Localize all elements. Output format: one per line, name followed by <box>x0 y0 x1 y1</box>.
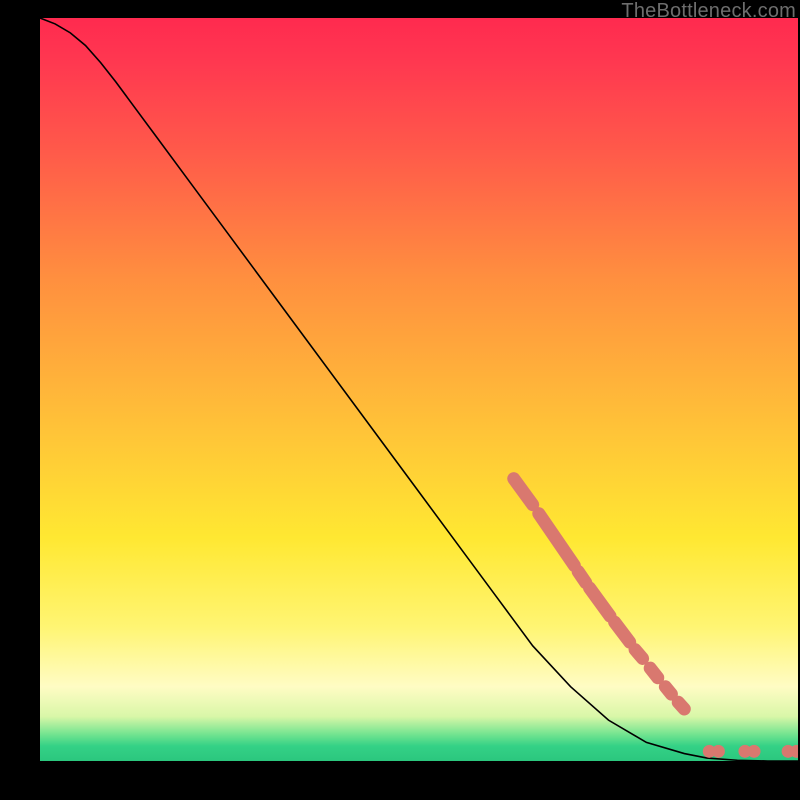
highlight-segment <box>635 650 643 659</box>
highlight-segment <box>678 702 684 709</box>
highlight-point <box>748 745 761 758</box>
highlight-segment <box>615 622 630 642</box>
highlight-segments <box>514 479 685 709</box>
chart-stage: TheBottleneck.com <box>0 0 800 800</box>
plot-area <box>40 18 798 761</box>
highlight-segment <box>578 572 586 583</box>
highlight-point <box>712 745 725 758</box>
highlight-segment <box>539 514 575 566</box>
highlight-points <box>703 745 798 758</box>
bottleneck-curve <box>40 18 798 761</box>
highlight-segment <box>650 668 658 678</box>
chart-overlay <box>40 18 798 761</box>
highlight-segment <box>590 588 610 616</box>
highlight-segment <box>514 479 533 505</box>
highlight-segment <box>665 687 671 694</box>
watermark-text: TheBottleneck.com <box>621 0 796 23</box>
